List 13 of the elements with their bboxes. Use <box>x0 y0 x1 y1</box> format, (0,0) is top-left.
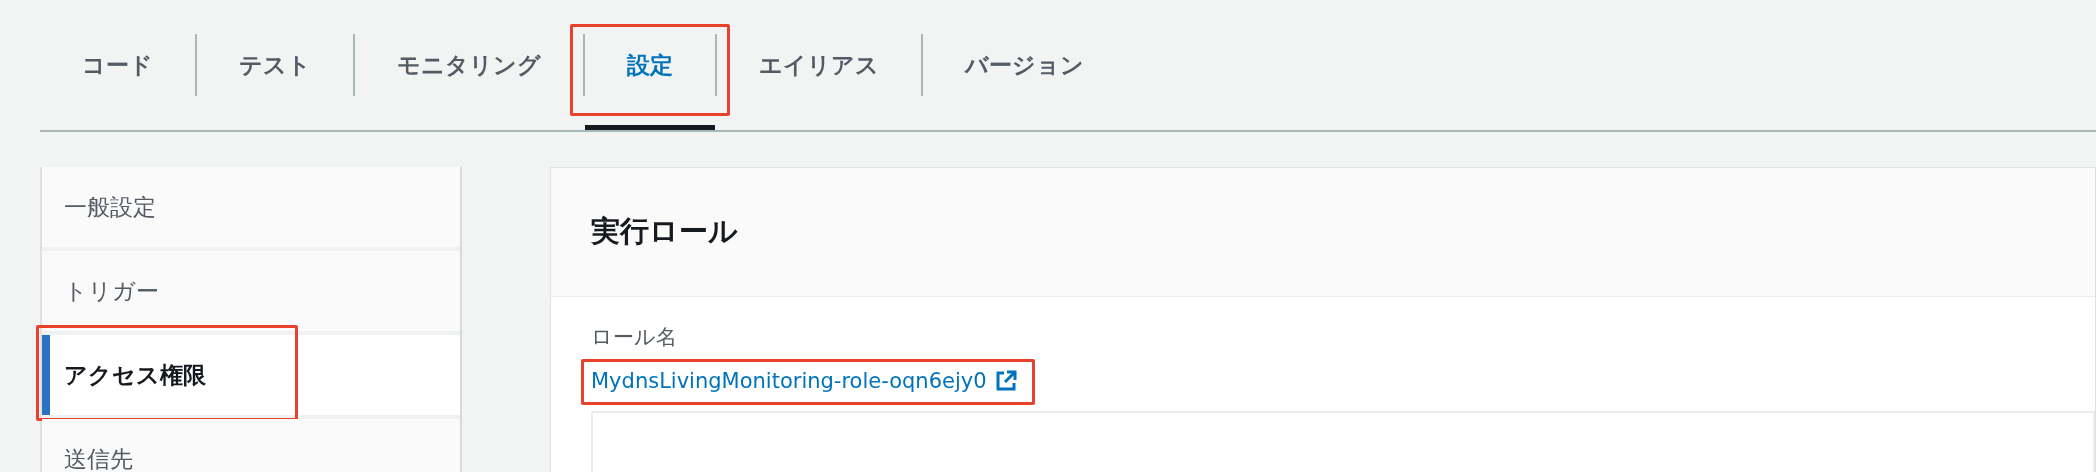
tab[interactable]: テスト <box>197 0 353 130</box>
role-link[interactable]: MydnsLivingMonitoring-role-oqn6ejy0 <box>591 369 1017 393</box>
sidebar-item[interactable]: トリガー <box>42 251 460 331</box>
tab[interactable]: エイリアス <box>717 0 921 130</box>
field-label: ロール名 <box>591 324 677 351</box>
sidebar-item[interactable]: アクセス権限 <box>42 335 460 415</box>
external-link-icon <box>994 370 1017 392</box>
sidebar-item[interactable]: 一般設定 <box>42 167 460 247</box>
tab[interactable]: バージョン <box>923 0 1126 130</box>
panel-title: 実行ロール <box>591 213 738 250</box>
tab[interactable]: コード <box>40 0 195 130</box>
sidebar-item[interactable]: 送信先 <box>42 419 460 472</box>
tab[interactable]: モニタリング <box>355 0 583 130</box>
